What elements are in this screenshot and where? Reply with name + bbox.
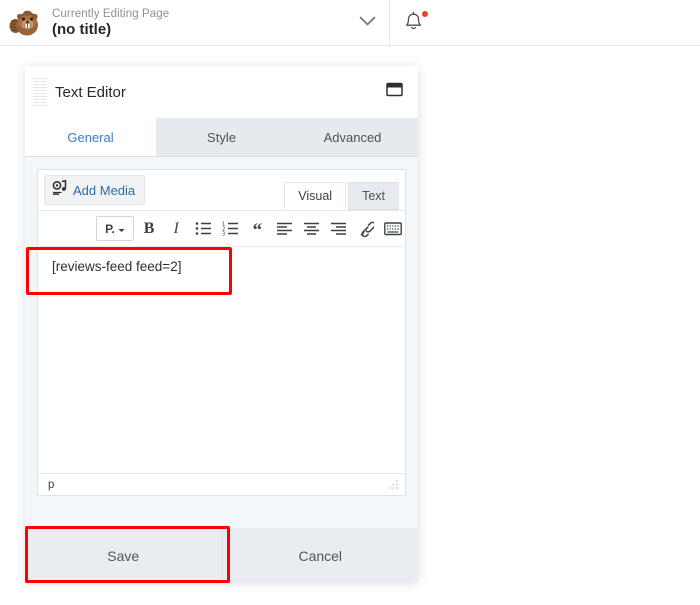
- tab-text[interactable]: Text: [348, 182, 399, 210]
- tab-advanced[interactable]: Advanced: [287, 118, 418, 156]
- page-title: (no title): [52, 20, 112, 38]
- keyboard-shortcuts-icon[interactable]: [381, 216, 405, 241]
- add-media-icon: [52, 179, 67, 200]
- save-button-label: Save: [107, 547, 140, 564]
- module-settings-panel: Text Editor General Style Advanced Add M…: [25, 66, 418, 582]
- editor-mode-tabs: Visual Text: [282, 170, 399, 210]
- drag-handle-icon[interactable]: [33, 77, 47, 107]
- panel-tabs: General Style Advanced: [25, 118, 418, 157]
- link-icon[interactable]: [354, 216, 378, 241]
- shortcode-text: [reviews-feed feed=2]: [52, 259, 182, 274]
- beaver-logo-icon: [8, 6, 42, 40]
- tab-general[interactable]: General: [25, 118, 156, 156]
- bold-icon[interactable]: B: [137, 216, 161, 241]
- window-icon[interactable]: [386, 82, 404, 102]
- add-media-button[interactable]: Add Media: [44, 175, 146, 205]
- editor-shell: Add Media Visual Text P. B I 1 2 3 “ [re…: [25, 157, 418, 528]
- panel-header: Text Editor: [25, 66, 418, 118]
- svg-text:3: 3: [222, 232, 225, 237]
- italic-icon[interactable]: I: [164, 216, 188, 241]
- resize-grip-icon[interactable]: [388, 479, 399, 490]
- tab-visual[interactable]: Visual: [284, 182, 347, 210]
- notifications-button[interactable]: [404, 10, 428, 37]
- editing-context-label: Currently Editing Page: [52, 7, 170, 20]
- paragraph-format-label: P.: [105, 221, 115, 236]
- page-title-block: Currently Editing Page (no title): [52, 8, 345, 38]
- app-topbar: Currently Editing Page (no title): [0, 0, 700, 46]
- chevron-down-icon: [359, 14, 376, 32]
- ordered-list-icon[interactable]: 1 2 3: [218, 216, 242, 241]
- save-button[interactable]: Save: [25, 529, 222, 582]
- chevron-down-icon: [118, 222, 125, 236]
- blockquote-icon[interactable]: “: [245, 216, 269, 241]
- editor-format-toolbar: P. B I 1 2 3 “: [38, 211, 405, 247]
- paragraph-format-dropdown[interactable]: P.: [96, 216, 134, 241]
- align-left-icon[interactable]: [272, 216, 296, 241]
- cancel-button-label: Cancel: [298, 547, 343, 564]
- editor-bottom-spacer: [37, 496, 406, 528]
- bell-icon: [404, 11, 423, 37]
- element-path-label: p: [48, 478, 55, 491]
- topbar-dropdown-button[interactable]: [345, 14, 389, 32]
- topbar-actions: [390, 0, 700, 45]
- panel-title: Text Editor: [55, 83, 126, 101]
- panel-footer: Save Cancel: [25, 528, 418, 582]
- tab-style-label: Style: [207, 129, 236, 145]
- editor-status-bar: p: [38, 473, 405, 495]
- tab-style[interactable]: Style: [156, 118, 287, 156]
- align-right-icon[interactable]: [327, 216, 351, 241]
- unordered-list-icon[interactable]: [191, 216, 215, 241]
- cancel-button[interactable]: Cancel: [221, 529, 418, 582]
- notification-badge-dot: [422, 10, 428, 17]
- tab-visual-label: Visual: [298, 189, 333, 203]
- tab-advanced-label: Advanced: [323, 129, 382, 145]
- editor-content-area[interactable]: [reviews-feed feed=2]: [38, 247, 405, 473]
- tab-text-label: Text: [362, 189, 385, 203]
- add-media-label: Add Media: [73, 182, 136, 198]
- topbar-page-info[interactable]: Currently Editing Page (no title): [0, 0, 390, 45]
- wp-editor: Add Media Visual Text P. B I 1 2 3 “ [re…: [37, 169, 406, 496]
- tab-general-label: General: [67, 129, 114, 145]
- align-center-icon[interactable]: [300, 216, 324, 241]
- editor-media-row: Add Media Visual Text: [38, 170, 405, 211]
